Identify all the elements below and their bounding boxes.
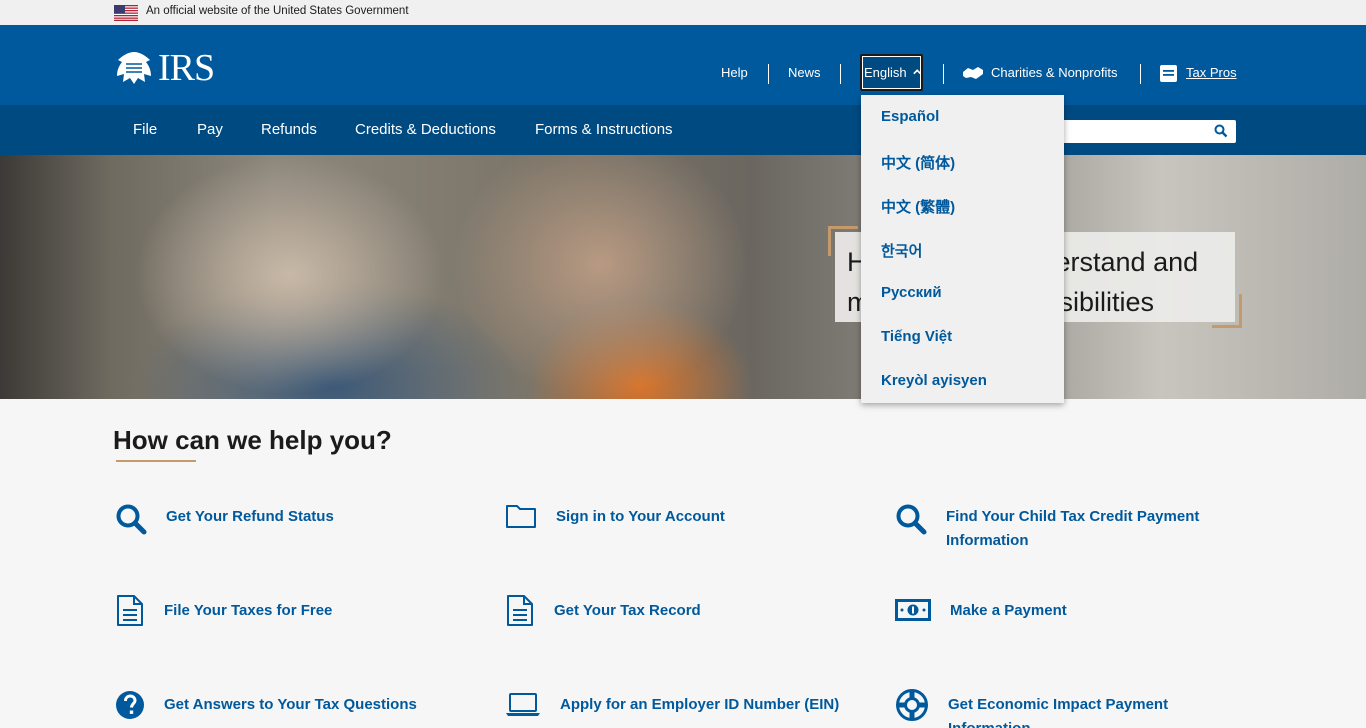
nav-item-credits-deductions[interactable]: Credits & Deductions — [355, 121, 496, 138]
logo-text: IRS — [158, 47, 215, 89]
tax-pros-link[interactable]: Tax Pros — [1186, 65, 1237, 80]
lifebuoy-icon[interactable] — [895, 688, 929, 722]
irs-logo[interactable]: IRS — [114, 47, 215, 89]
document-icon[interactable] — [506, 594, 534, 627]
laptop-icon[interactable] — [505, 692, 541, 717]
handshake-icon — [963, 67, 983, 79]
title-underline — [116, 460, 196, 462]
divider — [1140, 64, 1141, 84]
task-economic-impact-payment[interactable]: Get Economic Impact Payment Information — [948, 693, 1168, 728]
gov-banner: An official website of the United States… — [0, 0, 1366, 25]
task-tax-questions[interactable]: Get Answers to Your Tax Questions — [164, 693, 417, 717]
language-option-korean[interactable]: 한국어 — [881, 240, 922, 261]
divider — [943, 64, 944, 84]
site-header: IRS Help News English Charities & Nonpro… — [0, 25, 1366, 105]
gov-banner-text: An official website of the United States… — [146, 5, 409, 17]
folder-icon[interactable] — [505, 503, 537, 529]
eagle-icon — [117, 52, 151, 84]
language-option-chinese-simplified[interactable]: 中文 (简体) — [881, 152, 955, 173]
document-icon[interactable] — [116, 594, 144, 627]
task-employer-id[interactable]: Apply for an Employer ID Number (EIN) — [560, 693, 839, 717]
language-option-espanol[interactable]: Español — [881, 108, 939, 125]
us-flag-icon — [114, 5, 138, 21]
task-child-tax-credit[interactable]: Find Your Child Tax Credit Payment Infor… — [946, 505, 1199, 553]
language-option-russian[interactable]: Русский — [881, 284, 942, 301]
task-economic-impact-line1: Get Economic Impact Payment — [948, 696, 1169, 713]
nav-item-refunds[interactable]: Refunds — [261, 121, 317, 138]
divider — [840, 64, 841, 84]
search-input[interactable] — [1040, 120, 1236, 143]
language-selected-label: English — [864, 65, 907, 80]
help-section-title: How can we help you? — [113, 425, 392, 455]
help-link[interactable]: Help — [721, 65, 748, 80]
task-refund-status[interactable]: Get Your Refund Status — [166, 505, 334, 529]
language-dropdown: Español 中文 (简体) 中文 (繁體) 한국어 Русский Tiến… — [861, 95, 1064, 403]
task-tax-record[interactable]: Get Your Tax Record — [554, 599, 701, 623]
briefcase-icon — [1160, 65, 1177, 82]
task-economic-impact-line2: Information — [948, 720, 1031, 728]
language-selector-button[interactable]: English — [860, 54, 923, 91]
divider — [768, 64, 769, 84]
hero-banner: Hderstand and m onsibilities — [0, 155, 1366, 399]
search-icon[interactable] — [1214, 124, 1228, 138]
task-sign-in-account[interactable]: Sign in to Your Account — [556, 505, 725, 529]
language-option-haitian-creole[interactable]: Kreyòl ayisyen — [881, 372, 987, 389]
nav-item-pay[interactable]: Pay — [197, 121, 223, 138]
chevron-up-icon — [912, 69, 921, 75]
language-option-vietnamese[interactable]: Tiếng Việt — [881, 328, 952, 345]
search-icon[interactable] — [115, 503, 147, 535]
search-icon[interactable] — [895, 503, 927, 535]
money-icon[interactable] — [895, 599, 931, 621]
question-icon[interactable] — [115, 690, 145, 720]
task-file-taxes-free[interactable]: File Your Taxes for Free — [164, 599, 332, 623]
task-child-tax-credit-line1: Find Your Child Tax Credit Payment — [946, 508, 1200, 525]
charities-link[interactable]: Charities & Nonprofits — [991, 65, 1117, 80]
hero-line1-end: derstand and — [1040, 247, 1199, 277]
task-child-tax-credit-line2: Information — [946, 532, 1029, 549]
task-make-payment[interactable]: Make a Payment — [950, 599, 1067, 623]
news-link[interactable]: News — [788, 65, 821, 80]
nav-item-file[interactable]: File — [133, 121, 157, 138]
language-option-chinese-traditional[interactable]: 中文 (繁體) — [881, 196, 955, 217]
main-nav: File Pay Refunds Credits & Deductions Fo… — [0, 105, 1366, 155]
nav-item-forms-instructions[interactable]: Forms & Instructions — [535, 121, 673, 138]
